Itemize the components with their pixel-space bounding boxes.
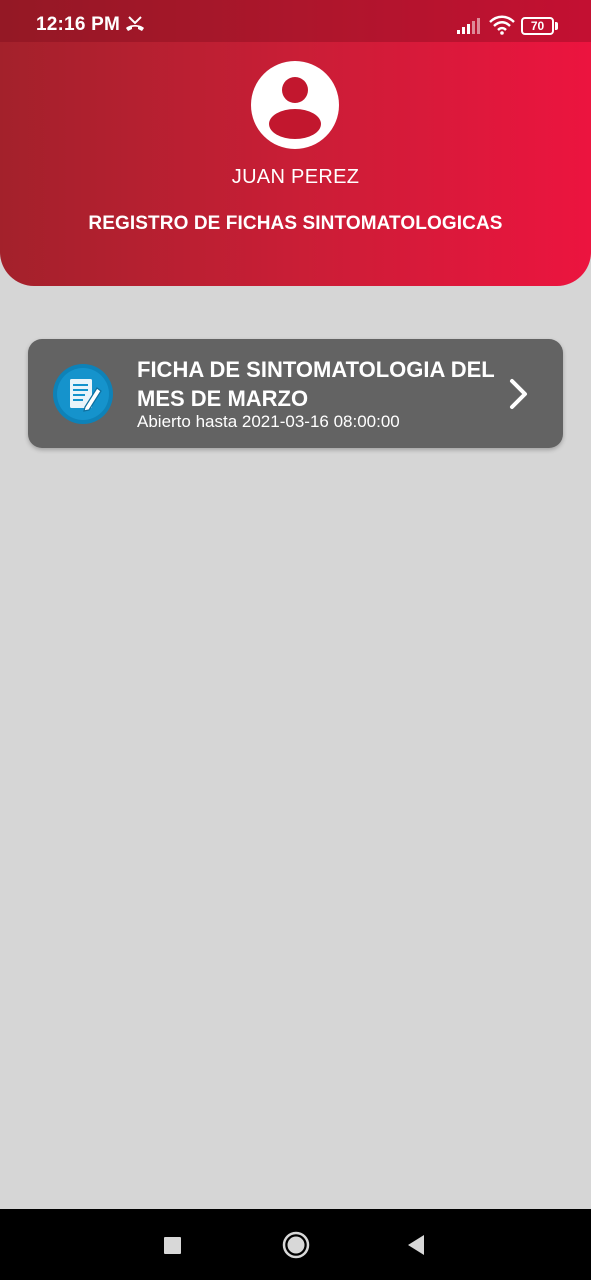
battery-level: 70 bbox=[530, 19, 545, 33]
form-title: FICHA DE SINTOMATOLOGIA DEL MES DE MARZO bbox=[137, 357, 495, 411]
avatar bbox=[251, 61, 339, 149]
battery-icon: 70 bbox=[521, 17, 558, 35]
app-screen: 12:16 PM 70 JUAN PEREZ REGISTRO DE FICHA… bbox=[0, 0, 591, 1280]
form-deadline: Abierto hasta 2021-03-16 08:00:00 bbox=[137, 412, 400, 431]
home-button[interactable] bbox=[282, 1231, 310, 1259]
page-title: REGISTRO DE FICHAS SINTOMATOLOGICAS bbox=[88, 213, 503, 234]
user-name: JUAN PEREZ bbox=[231, 166, 360, 188]
profile-header: 12:16 PM 70 JUAN PEREZ REGISTRO DE FICHA… bbox=[0, 0, 591, 286]
status-time: 12:16 PM bbox=[36, 14, 120, 35]
document-edit-icon bbox=[53, 364, 113, 424]
status-bar: 12:16 PM 70 bbox=[0, 0, 591, 42]
user-icon bbox=[269, 77, 321, 139]
form-card[interactable]: FICHA DE SINTOMATOLOGIA DEL MES DE MARZO… bbox=[28, 339, 563, 448]
back-button[interactable] bbox=[406, 1233, 426, 1257]
recents-button[interactable] bbox=[164, 1237, 181, 1254]
navigation-bar bbox=[0, 1209, 591, 1280]
chevron-right-icon bbox=[510, 379, 527, 409]
signal-icon bbox=[457, 18, 480, 34]
wifi-icon bbox=[489, 15, 515, 35]
missed-call-icon bbox=[126, 16, 144, 31]
